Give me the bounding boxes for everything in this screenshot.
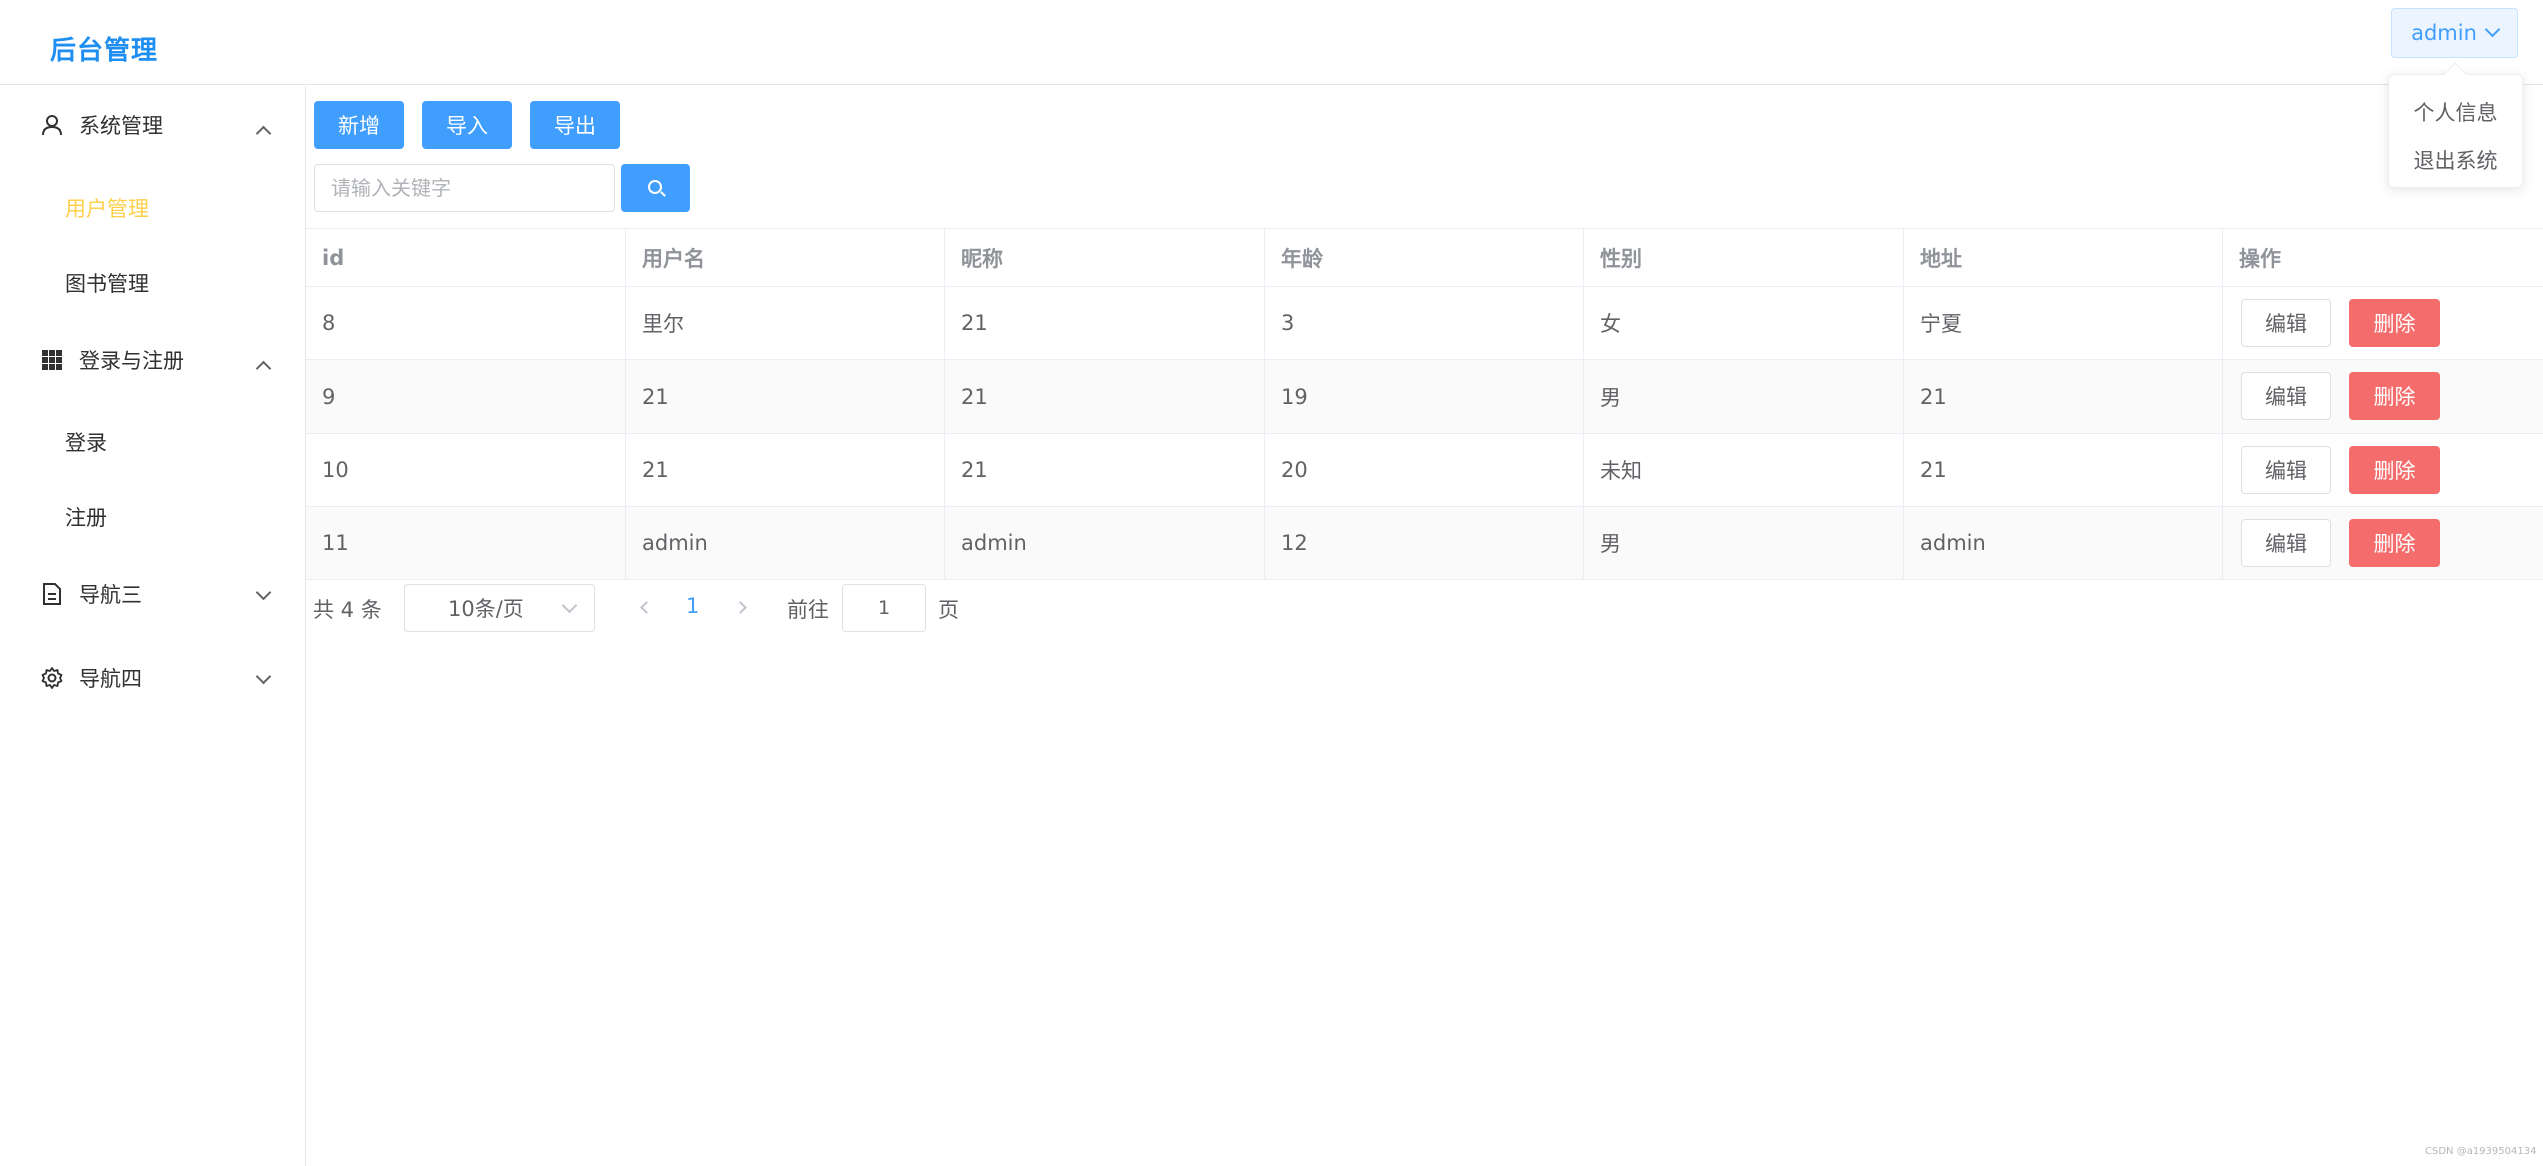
chevron-down-icon bbox=[255, 668, 272, 685]
cell-gender: 男 bbox=[1584, 507, 1904, 579]
cell-id: 8 bbox=[306, 287, 626, 359]
search-button[interactable] bbox=[621, 164, 690, 212]
cell-id: 10 bbox=[306, 434, 626, 506]
sidebar: 系统管理 用户管理 图书管理 登录与注册 登录 注册 导航三 导航四 bbox=[0, 86, 306, 1166]
watermark: CSDN @a1939504134 bbox=[2425, 1146, 2537, 1157]
cell-username: admin bbox=[626, 507, 945, 579]
edit-button[interactable]: 编辑 bbox=[2241, 519, 2331, 567]
sidebar-item-label: 登录 bbox=[65, 431, 107, 455]
cell-username: 里尔 bbox=[626, 287, 945, 359]
column-header-age: 年龄 bbox=[1265, 229, 1584, 286]
prev-page-icon[interactable] bbox=[640, 601, 653, 614]
document-icon bbox=[43, 583, 61, 605]
search-input[interactable] bbox=[314, 164, 615, 212]
cell-id: 9 bbox=[306, 360, 626, 433]
user-icon bbox=[42, 115, 62, 136]
sidebar-group-label: 导航三 bbox=[79, 583, 142, 607]
edit-button[interactable]: 编辑 bbox=[2241, 299, 2331, 347]
cell-age: 12 bbox=[1265, 507, 1584, 579]
user-dropdown-menu: 个人信息 退出系统 bbox=[2388, 74, 2523, 188]
cell-nickname: 21 bbox=[945, 287, 1265, 359]
chevron-up-icon bbox=[255, 125, 272, 142]
cell-age: 3 bbox=[1265, 287, 1584, 359]
sidebar-item-user-management[interactable]: 用户管理 bbox=[0, 180, 305, 236]
column-header-address: 地址 bbox=[1904, 229, 2223, 286]
sidebar-item-book-management[interactable]: 图书管理 bbox=[0, 255, 305, 311]
column-header-nickname: 昵称 bbox=[945, 229, 1265, 286]
chevron-up-icon bbox=[255, 360, 272, 377]
next-page-icon[interactable] bbox=[734, 601, 747, 614]
sidebar-item-register[interactable]: 注册 bbox=[0, 489, 305, 545]
column-header-actions: 操作 bbox=[2239, 246, 2281, 271]
column-header-username: 用户名 bbox=[626, 229, 945, 286]
sidebar-item-label: 图书管理 bbox=[65, 272, 149, 296]
pagination-total: 共 4 条 bbox=[313, 598, 382, 622]
export-button[interactable]: 导出 bbox=[530, 101, 620, 149]
gear-icon bbox=[41, 667, 63, 689]
cell-address: admin bbox=[1904, 507, 2223, 579]
cell-nickname: admin bbox=[945, 507, 1265, 579]
chevron-down-icon bbox=[2484, 21, 2501, 38]
user-table: id 用户名 昵称 年龄 性别 地址 操作 8 里尔 21 3 女 宁夏 编辑 … bbox=[306, 228, 2543, 580]
page-size-select[interactable]: 10条/页 bbox=[404, 584, 595, 632]
app-logo: 后台管理 bbox=[50, 36, 159, 66]
cell-address: 宁夏 bbox=[1904, 287, 2223, 359]
cell-nickname: 21 bbox=[945, 360, 1265, 433]
cell-actions: 编辑 删除 bbox=[2223, 287, 2543, 359]
chevron-down-icon bbox=[561, 597, 578, 614]
cell-gender: 男 bbox=[1584, 360, 1904, 433]
sidebar-group-label: 登录与注册 bbox=[79, 349, 184, 373]
table-row: 9 21 21 19 男 21 编辑 删除 bbox=[306, 360, 2543, 434]
goto-page-input[interactable] bbox=[842, 584, 926, 632]
top-header: 后台管理 bbox=[0, 0, 2543, 85]
delete-button[interactable]: 删除 bbox=[2349, 446, 2440, 494]
cell-username: 21 bbox=[626, 360, 945, 433]
column-header-gender: 性别 bbox=[1584, 229, 1904, 286]
table-row: 8 里尔 21 3 女 宁夏 编辑 删除 bbox=[306, 287, 2543, 360]
edit-button[interactable]: 编辑 bbox=[2241, 446, 2331, 494]
column-header-id: id bbox=[306, 229, 626, 286]
sidebar-group-label: 导航四 bbox=[79, 667, 142, 691]
sidebar-item-label: 用户管理 bbox=[65, 197, 149, 221]
goto-label: 前往 bbox=[787, 598, 829, 622]
sidebar-group-auth[interactable]: 登录与注册 bbox=[0, 330, 305, 390]
import-button[interactable]: 导入 bbox=[422, 101, 512, 149]
sidebar-item-label: 注册 bbox=[65, 506, 107, 530]
add-button[interactable]: 新增 bbox=[314, 101, 404, 149]
cell-actions: 编辑 删除 bbox=[2223, 507, 2543, 579]
cell-address: 21 bbox=[1904, 434, 2223, 506]
user-menu-button[interactable]: admin bbox=[2391, 8, 2518, 58]
table-row: 11 admin admin 12 男 admin 编辑 删除 bbox=[306, 507, 2543, 580]
dropdown-item-logout[interactable]: 退出系统 bbox=[2389, 145, 2522, 175]
dropdown-item-profile[interactable]: 个人信息 bbox=[2389, 97, 2522, 127]
chevron-down-icon bbox=[255, 584, 272, 601]
edit-button[interactable]: 编辑 bbox=[2241, 372, 2331, 420]
delete-button[interactable]: 删除 bbox=[2349, 372, 2440, 420]
cell-gender: 女 bbox=[1584, 287, 1904, 359]
cell-id: 11 bbox=[306, 507, 626, 579]
sidebar-group-nav3[interactable]: 导航三 bbox=[0, 564, 305, 624]
user-menu-label: admin bbox=[2411, 21, 2477, 45]
cell-address: 21 bbox=[1904, 360, 2223, 433]
cell-username: 21 bbox=[626, 434, 945, 506]
sidebar-group-system[interactable]: 系统管理 bbox=[0, 95, 305, 155]
delete-button[interactable]: 删除 bbox=[2349, 519, 2440, 567]
sidebar-group-label: 系统管理 bbox=[79, 114, 163, 138]
cell-actions: 编辑 删除 bbox=[2223, 360, 2543, 433]
table-row: 10 21 21 20 未知 21 编辑 删除 bbox=[306, 434, 2543, 507]
page-suffix-label: 页 bbox=[938, 598, 959, 622]
grid-icon bbox=[42, 350, 62, 370]
cell-age: 19 bbox=[1265, 360, 1584, 433]
cell-gender: 未知 bbox=[1584, 434, 1904, 506]
cell-nickname: 21 bbox=[945, 434, 1265, 506]
cell-actions: 编辑 删除 bbox=[2223, 434, 2543, 506]
table-header-row: id 用户名 昵称 年龄 性别 地址 操作 bbox=[306, 229, 2543, 287]
delete-button[interactable]: 删除 bbox=[2349, 299, 2440, 347]
page-number-current[interactable]: 1 bbox=[686, 594, 699, 618]
sidebar-item-login[interactable]: 登录 bbox=[0, 414, 305, 470]
cell-age: 20 bbox=[1265, 434, 1584, 506]
sidebar-group-nav4[interactable]: 导航四 bbox=[0, 648, 305, 708]
page-size-value: 10条/页 bbox=[448, 597, 524, 621]
